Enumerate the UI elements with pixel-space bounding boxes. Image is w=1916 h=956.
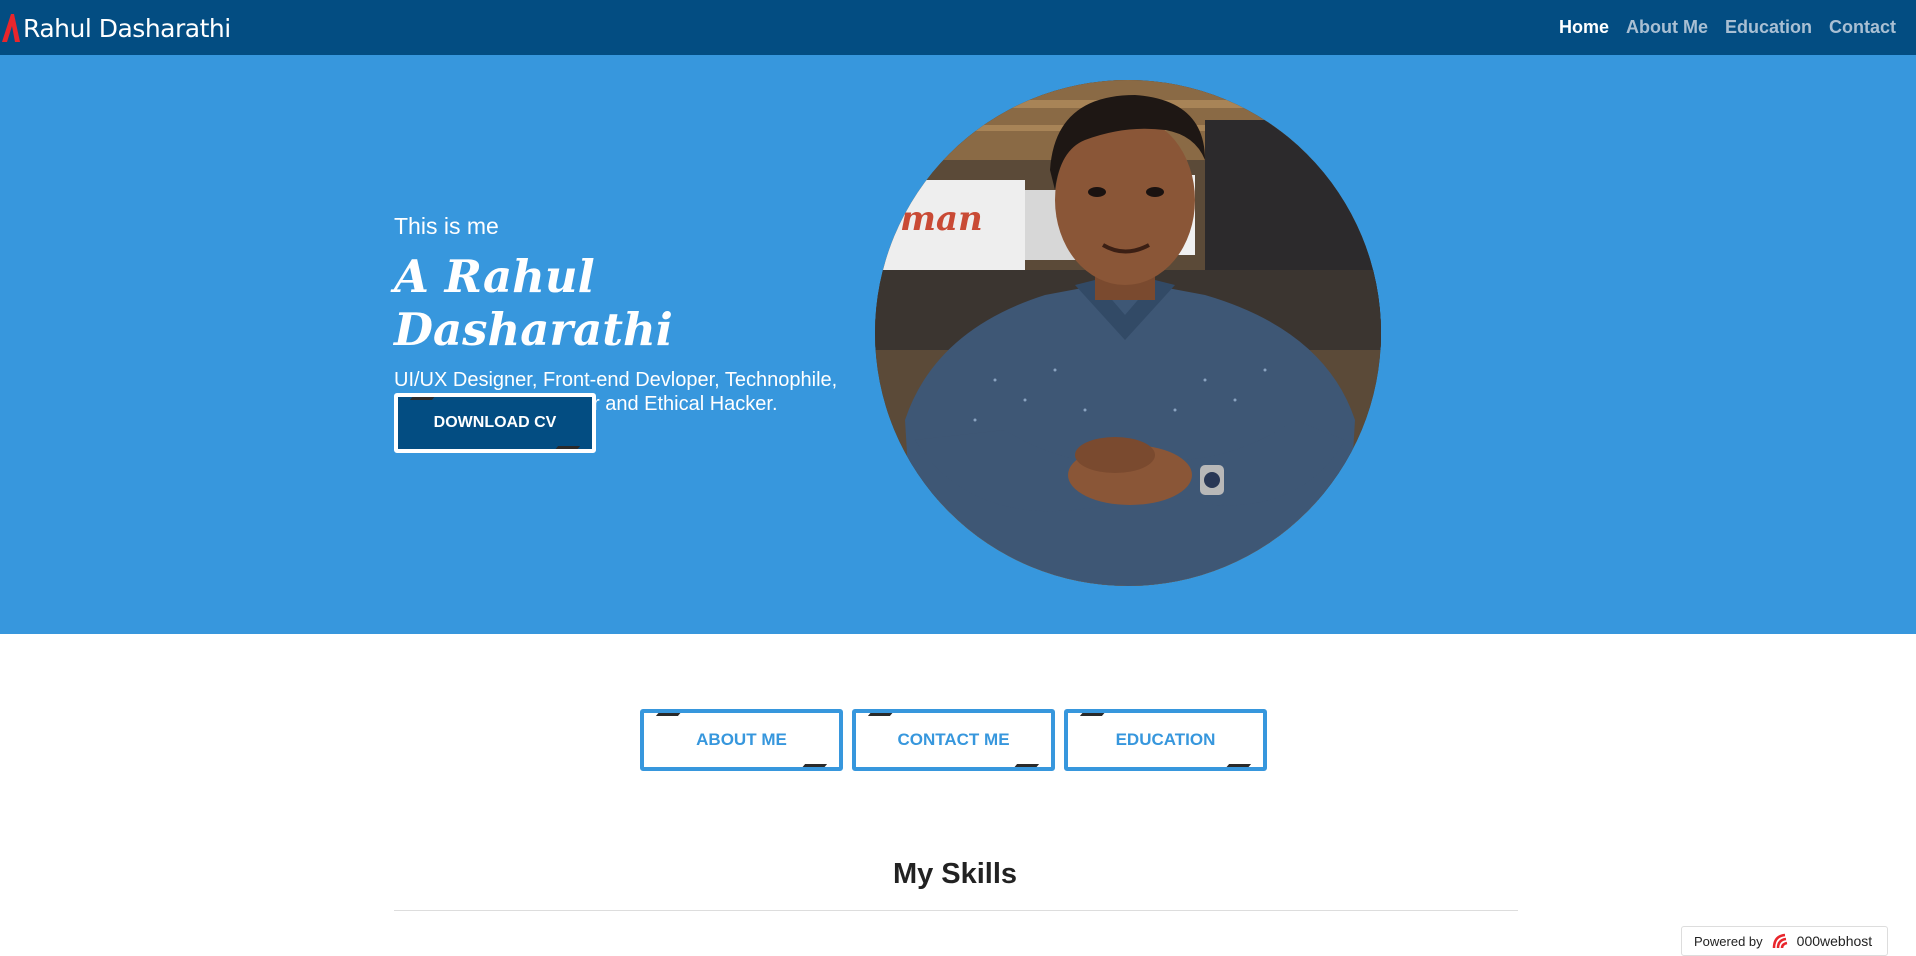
skills-heading: My Skills bbox=[892, 858, 1018, 890]
section-buttons: ABOUT ME CONTACT ME EDUCATION bbox=[640, 709, 1276, 771]
nav-education[interactable]: Education bbox=[1725, 17, 1812, 38]
profile-photo: man bbox=[875, 80, 1381, 586]
webhost-name: 000webhost bbox=[1796, 933, 1873, 949]
brand-logo-icon bbox=[2, 14, 20, 42]
nav-home[interactable]: Home bbox=[1559, 17, 1609, 38]
powered-by-label: Powered by bbox=[1694, 933, 1763, 949]
download-cv-label: DOWNLOAD CV bbox=[433, 414, 557, 431]
download-cv-button[interactable]: DOWNLOAD CV bbox=[394, 393, 596, 453]
navbar: Rahul Dasharathi Home About Me Education… bbox=[0, 0, 1916, 55]
nav-menu: Home About Me Education Contact bbox=[1542, 0, 1896, 55]
hero-intro: This is me A Rahul Dasharathi UI/UX Desi… bbox=[394, 213, 874, 416]
button-corner-accent bbox=[409, 397, 437, 400]
brand-link[interactable]: Rahul Dasharathi bbox=[0, 8, 231, 48]
profile-photo-illustration: man bbox=[875, 80, 1381, 586]
hero-section: This is me A Rahul Dasharathi UI/UX Desi… bbox=[0, 55, 1916, 634]
contact-me-button[interactable]: CONTACT ME bbox=[852, 709, 1055, 771]
button-corner-accent bbox=[553, 446, 581, 449]
button-corner-accent bbox=[1224, 764, 1252, 767]
education-label: EDUCATION bbox=[1115, 730, 1216, 749]
nav-contact[interactable]: Contact bbox=[1829, 17, 1896, 38]
hero-name: A Rahul Dasharathi bbox=[394, 250, 673, 356]
nav-about-me[interactable]: About Me bbox=[1626, 17, 1708, 38]
webhost-logo-icon bbox=[1772, 933, 1787, 949]
button-corner-accent bbox=[800, 764, 828, 767]
button-corner-accent bbox=[655, 713, 683, 716]
svg-text:man: man bbox=[900, 199, 983, 239]
about-me-label: ABOUT ME bbox=[696, 730, 787, 749]
button-corner-accent bbox=[867, 713, 895, 716]
powered-by-badge[interactable]: Powered by 000webhost bbox=[1681, 926, 1888, 956]
hero-subtitle: This is me bbox=[394, 213, 499, 239]
education-button[interactable]: EDUCATION bbox=[1064, 709, 1267, 771]
button-corner-accent bbox=[1079, 713, 1107, 716]
skills-divider bbox=[394, 910, 1518, 911]
button-corner-accent bbox=[1012, 764, 1040, 767]
contact-me-label: CONTACT ME bbox=[897, 730, 1010, 749]
brand-name: Rahul Dasharathi bbox=[23, 13, 231, 43]
about-me-button[interactable]: ABOUT ME bbox=[640, 709, 843, 771]
